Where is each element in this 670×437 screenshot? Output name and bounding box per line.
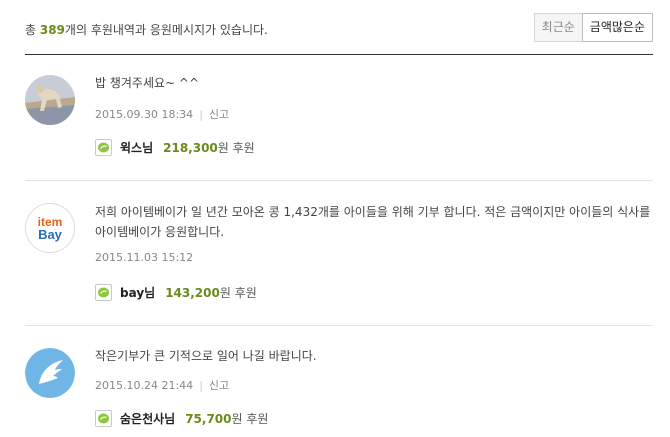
amount-suffix: 원 후원 [217,141,255,155]
donation-amount: 75,700 [185,411,232,426]
angel-wing-avatar[interactable] [25,348,75,398]
entry-meta: 2015.11.03 15:12 [95,251,193,264]
donation-amount: 143,200 [165,285,220,300]
itembay-logo-avatar[interactable]: item Bay [25,203,75,253]
amount-suffix: 원 후원 [219,286,257,300]
entry-message: 작은기부가 큰 기적으로 일어 나길 바랍니다. [95,349,317,363]
sort-amount-button[interactable]: 금액많은순 [581,13,653,42]
divider: | [199,379,203,392]
amount-suffix: 원 후원 [231,412,269,426]
itembay-logo-text-bay: Bay [38,227,63,242]
dog-photo-avatar[interactable] [25,75,75,125]
donation-summary: 총 389개의 후원내역과 응원메시지가 있습니다. [25,21,268,38]
bean-icon [95,410,112,427]
donor-info: 숨은천사님 75,700 원 후원 [95,410,268,427]
entry-message: 밥 챙겨주세요~ ^^ [95,76,200,90]
entry-date: 2015.09.30 18:34 [95,108,194,121]
donor-info: 윅스님 218,300 원 후원 [95,139,255,156]
donor-info: bay님 143,200 원 후원 [95,284,257,301]
bean-icon [95,284,112,301]
sort-recent-button[interactable]: 최근순 [533,13,583,42]
summary-prefix: 총 [25,23,40,37]
donation-entry: 밥 챙겨주세요~ ^^ 2015.09.30 18:34 | 신고 윅스님 218,… [25,56,653,180]
donor-name: 숨은천사님 [120,412,176,426]
entry-date: 2015.11.03 15:12 [95,251,194,264]
entry-date: 2015.10.24 21:44 [95,379,194,392]
summary-suffix: 개의 후원내역과 응원메시지가 있습니다. [64,23,268,37]
donation-header: 총 389개의 후원내역과 응원메시지가 있습니다. 최근순 금액많은순 [25,0,653,55]
donation-amount: 218,300 [163,140,218,155]
divider: | [199,108,203,121]
entry-meta: 2015.09.30 18:34 | 신고 [95,106,229,122]
bean-icon [95,139,112,156]
sort-options: 최근순 금액많은순 [533,13,653,42]
donor-name: bay님 [120,286,156,300]
donation-count: 389 [39,23,65,37]
report-link[interactable]: 신고 [209,108,229,121]
report-link[interactable]: 신고 [209,379,229,392]
donor-name: 윅스님 [120,141,154,155]
donation-entry: 작은기부가 큰 기적으로 일어 나길 바랍니다. 2015.10.24 21:4… [25,325,653,437]
donation-entry: item Bay 저희 아이템베이가 일 년간 모아온 콩 1,432개를 아이… [25,180,653,325]
entry-message: 저희 아이템베이가 일 년간 모아온 콩 1,432개를 아이들을 위해 기부 … [95,205,651,239]
entry-meta: 2015.10.24 21:44 | 신고 [95,377,229,393]
